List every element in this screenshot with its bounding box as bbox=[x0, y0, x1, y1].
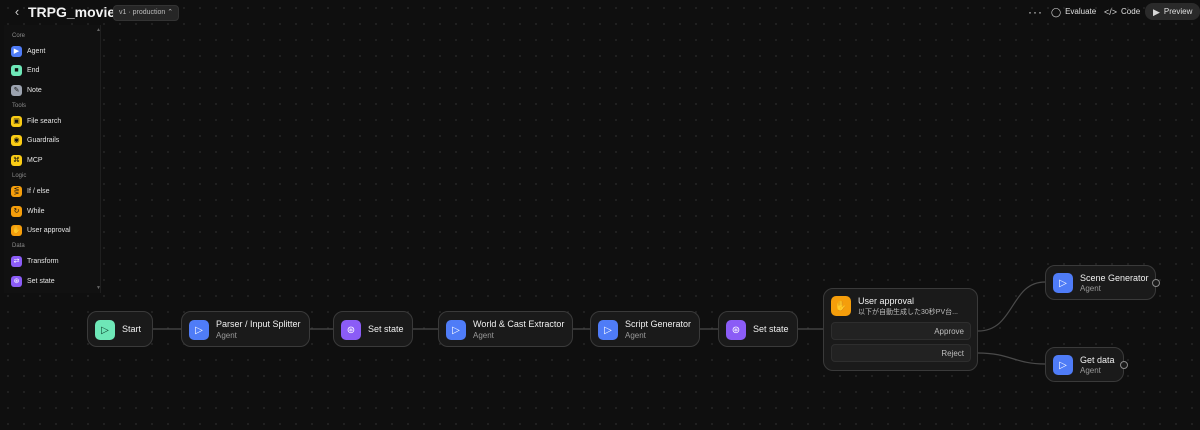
node-title: Get data bbox=[1080, 355, 1115, 365]
node-subtitle: Agent bbox=[625, 331, 646, 340]
agent-icon: ▷ bbox=[598, 320, 618, 340]
node-title: User approval bbox=[858, 296, 915, 306]
node-title: Set state bbox=[368, 324, 404, 334]
node-start[interactable]: ▷ Start bbox=[87, 311, 153, 347]
reject-option[interactable]: Reject bbox=[831, 344, 971, 362]
set-state-icon: ⊛ bbox=[726, 320, 746, 340]
agent-icon: ▷ bbox=[1053, 273, 1073, 293]
node-title: World & Cast Extractor bbox=[473, 319, 565, 329]
agent-icon: ▷ bbox=[189, 320, 209, 340]
node-title: Scene Generator bbox=[1080, 273, 1149, 283]
node-set-state-2[interactable]: ⊛ Set state bbox=[718, 311, 798, 347]
node-title: Set state bbox=[753, 324, 789, 334]
edges bbox=[153, 281, 1046, 365]
edge-reject-getdata bbox=[977, 352, 1046, 365]
hand-icon: ✋ bbox=[831, 296, 851, 316]
node-subtitle: 以下が自動生成した30秒PV台... bbox=[858, 309, 958, 316]
node-subtitle: Agent bbox=[216, 331, 237, 340]
output-handle[interactable] bbox=[1152, 279, 1160, 287]
edge-approve-scene bbox=[977, 281, 1046, 332]
node-subtitle: Agent bbox=[1080, 284, 1101, 293]
node-title: Parser / Input Splitter bbox=[216, 319, 301, 329]
agent-icon: ▷ bbox=[446, 320, 466, 340]
node-world-cast[interactable]: ▷ World & Cast Extractor Agent bbox=[438, 311, 573, 347]
set-state-icon: ⊛ bbox=[341, 320, 361, 340]
approve-option[interactable]: Approve bbox=[831, 322, 971, 340]
node-script-generator[interactable]: ▷ Script Generator Agent bbox=[590, 311, 700, 347]
node-set-state-1[interactable]: ⊛ Set state bbox=[333, 311, 413, 347]
node-parser[interactable]: ▷ Parser / Input Splitter Agent bbox=[181, 311, 310, 347]
node-title: Start bbox=[122, 324, 142, 334]
agent-icon: ▷ bbox=[1053, 355, 1073, 375]
node-get-data[interactable]: ▷ Get data Agent bbox=[1045, 347, 1124, 382]
node-scene-generator[interactable]: ▷ Scene Generator Agent bbox=[1045, 265, 1156, 300]
node-subtitle: Agent bbox=[473, 331, 494, 340]
node-subtitle: Agent bbox=[1080, 366, 1101, 375]
node-user-approval[interactable]: ✋ User approval 以下が自動生成した30秒PV台... Appro… bbox=[823, 288, 978, 371]
node-title: Script Generator bbox=[625, 319, 692, 329]
output-handle[interactable] bbox=[1120, 361, 1128, 369]
play-icon: ▷ bbox=[95, 320, 115, 340]
